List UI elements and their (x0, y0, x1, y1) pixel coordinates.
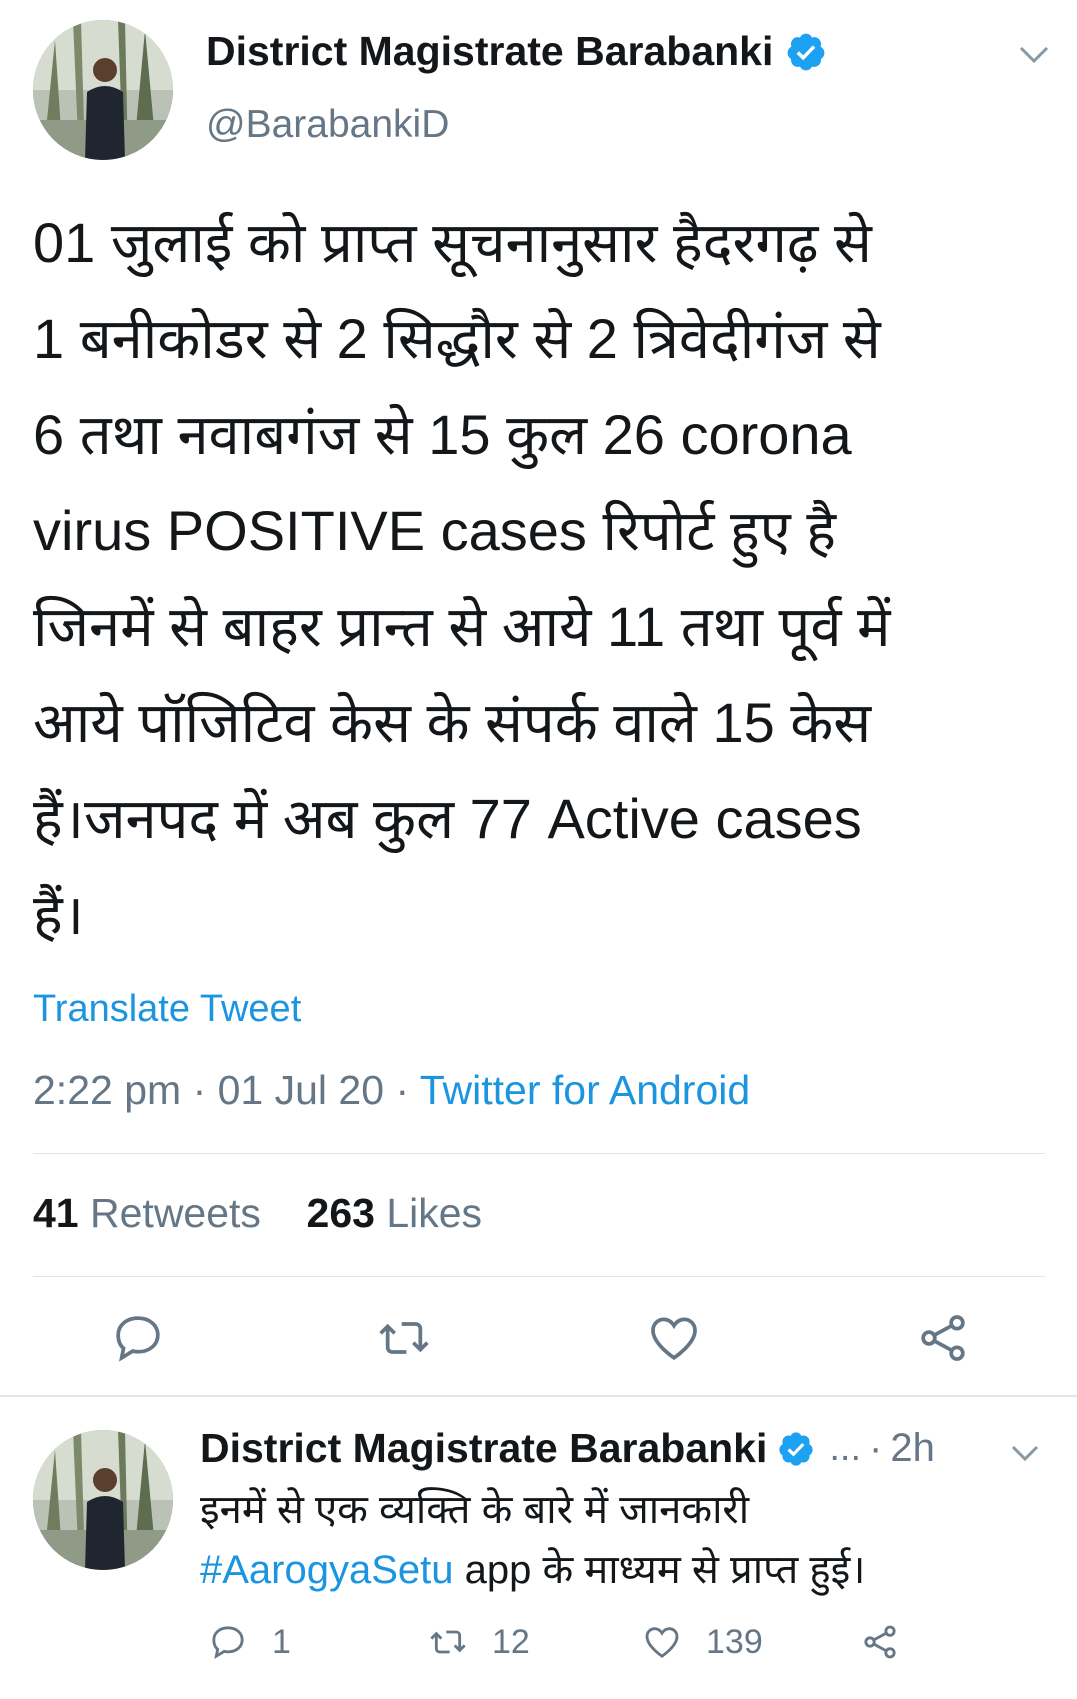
tweet-text-line: virus POSITIVE cases रिपोर्ट हुए है (33, 499, 836, 562)
tweet-text-line: आये पॉजिटिव केस के संपर्क वाले 15 केस (33, 691, 872, 754)
tweet-text-line: हैं। (33, 883, 84, 946)
author-handle[interactable]: @BarabankiD (206, 103, 449, 147)
share-icon (921, 1315, 965, 1361)
verified-badge-icon (779, 1431, 813, 1466)
like-button[interactable] (646, 1310, 702, 1366)
author-name[interactable]: District Magistrate Barabanki (206, 28, 773, 75)
tweet-text-line: 1 बनीकोडर से 2 सिद्धौर से 2 त्रिवेदीगंज … (33, 307, 881, 370)
reply-count: 1 (272, 1622, 291, 1661)
tweet-text-line: जिनमें से बाहर प्रान्त से आये 11 तथा पूर… (33, 595, 891, 658)
main-tweet: District Magistrate Barabanki @Barabanki… (0, 0, 1077, 1395)
reply-icon (212, 1626, 244, 1660)
like-icon (651, 1317, 697, 1361)
retweets-count: 41 (33, 1190, 79, 1236)
tweet-text-line: हैं।जनपद में अब कुल 77 Active cases (33, 787, 862, 850)
reply-text: इनमें से एक व्यक्ति के बारे में जानकारी … (200, 1480, 1060, 1600)
likes-count: 263 (306, 1190, 375, 1236)
retweets-label: Retweets (90, 1190, 261, 1236)
likes-stat[interactable]: 263 Likes (307, 1190, 483, 1236)
reply-button[interactable]: 1 (208, 1622, 291, 1662)
meta-separator: · (395, 1067, 410, 1113)
avatar[interactable] (33, 1430, 173, 1570)
retweet-button[interactable]: 12 (428, 1622, 530, 1662)
chevron-down-icon[interactable] (1010, 1443, 1040, 1463)
share-button[interactable] (915, 1310, 971, 1366)
divider (33, 1153, 1045, 1154)
tweet-text: 01 जुलाई को प्राप्त सूचनानुसार हैदरगढ़ स… (33, 195, 1043, 963)
meta-separator: · (192, 1067, 207, 1113)
tweet-date: 01 Jul 20 (217, 1067, 385, 1113)
reply-text-rest: app के माध्यम से प्राप्त हुई। (453, 1548, 866, 1592)
retweet-icon (379, 1322, 429, 1354)
retweets-stat[interactable]: 41 Retweets (33, 1190, 261, 1236)
reply-author-name[interactable]: District Magistrate Barabanki (200, 1425, 767, 1472)
tweet-time: 2:22 pm (33, 1067, 182, 1113)
divider (33, 1276, 1045, 1277)
like-button[interactable]: 139 (642, 1622, 763, 1662)
verified-badge-icon (787, 33, 825, 70)
reply-text-line: इनमें से एक व्यक्ति के बारे में जानकारी (200, 1488, 750, 1532)
share-button[interactable] (860, 1622, 900, 1662)
tweet-stats: 41 Retweets 263 Likes (33, 1190, 482, 1237)
retweet-count: 12 (492, 1622, 530, 1661)
retweet-icon (430, 1630, 466, 1654)
reply-text-line: #AarogyaSetu app के माध्यम से प्राप्त हु… (200, 1540, 1060, 1600)
reply-button[interactable] (110, 1310, 166, 1366)
avatar[interactable] (33, 20, 173, 160)
chevron-down-icon[interactable] (1018, 44, 1050, 66)
like-count: 139 (706, 1622, 763, 1661)
likes-label: Likes (386, 1190, 483, 1236)
reply-time[interactable]: 2h (890, 1426, 935, 1471)
like-icon (645, 1627, 679, 1658)
reply-time-separator: · (869, 1426, 883, 1470)
tweet-separator (0, 1395, 1077, 1397)
translate-tweet-link[interactable]: Translate Tweet (33, 988, 301, 1031)
retweet-button[interactable] (376, 1310, 432, 1366)
tweet-text-line: 01 जुलाई को प्राप्त सूचनानुसार हैदरगढ़ स… (33, 211, 872, 274)
tweet-meta: 2:22 pm · 01 Jul 20 · Twitter for Androi… (33, 1067, 750, 1114)
tweet-text-line: 6 तथा नवाबगंज से 15 कुल 26 corona (33, 403, 852, 466)
share-icon (864, 1625, 896, 1659)
reply-icon (116, 1316, 160, 1362)
hashtag-link[interactable]: #AarogyaSetu (200, 1548, 454, 1592)
tweet-source-link[interactable]: Twitter for Android (420, 1067, 750, 1113)
truncated-handle: ... (829, 1427, 862, 1469)
